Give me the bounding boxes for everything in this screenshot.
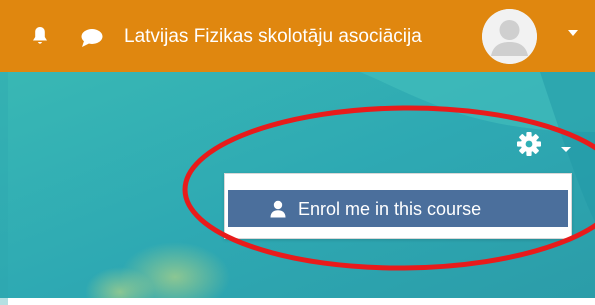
site-name-menu[interactable]: Latvijas Fizikas skolotāju asociācija bbox=[124, 25, 422, 49]
settings-caret-down-icon bbox=[561, 147, 571, 152]
avatar-silhouette bbox=[482, 9, 537, 64]
user-avatar-icon[interactable] bbox=[482, 9, 537, 64]
screen: Latvijas Fizikas skolotāju asociācija En… bbox=[0, 0, 595, 305]
course-header-banner: Enrol me in this course bbox=[0, 72, 595, 305]
chat-icon[interactable] bbox=[80, 28, 104, 48]
course-settings-dropdown: Enrol me in this course bbox=[224, 173, 572, 239]
user-menu-caret-down-icon[interactable] bbox=[568, 30, 578, 36]
gear-icon bbox=[517, 132, 541, 156]
enrol-me-label: Enrol me in this course bbox=[298, 199, 482, 219]
top-navbar: Latvijas Fizikas skolotāju asociācija bbox=[0, 0, 595, 72]
bell-icon[interactable] bbox=[32, 26, 48, 46]
enrol-me-menu-item[interactable]: Enrol me in this course bbox=[228, 190, 568, 227]
course-settings-menu[interactable] bbox=[512, 130, 574, 158]
user-icon bbox=[270, 200, 286, 218]
